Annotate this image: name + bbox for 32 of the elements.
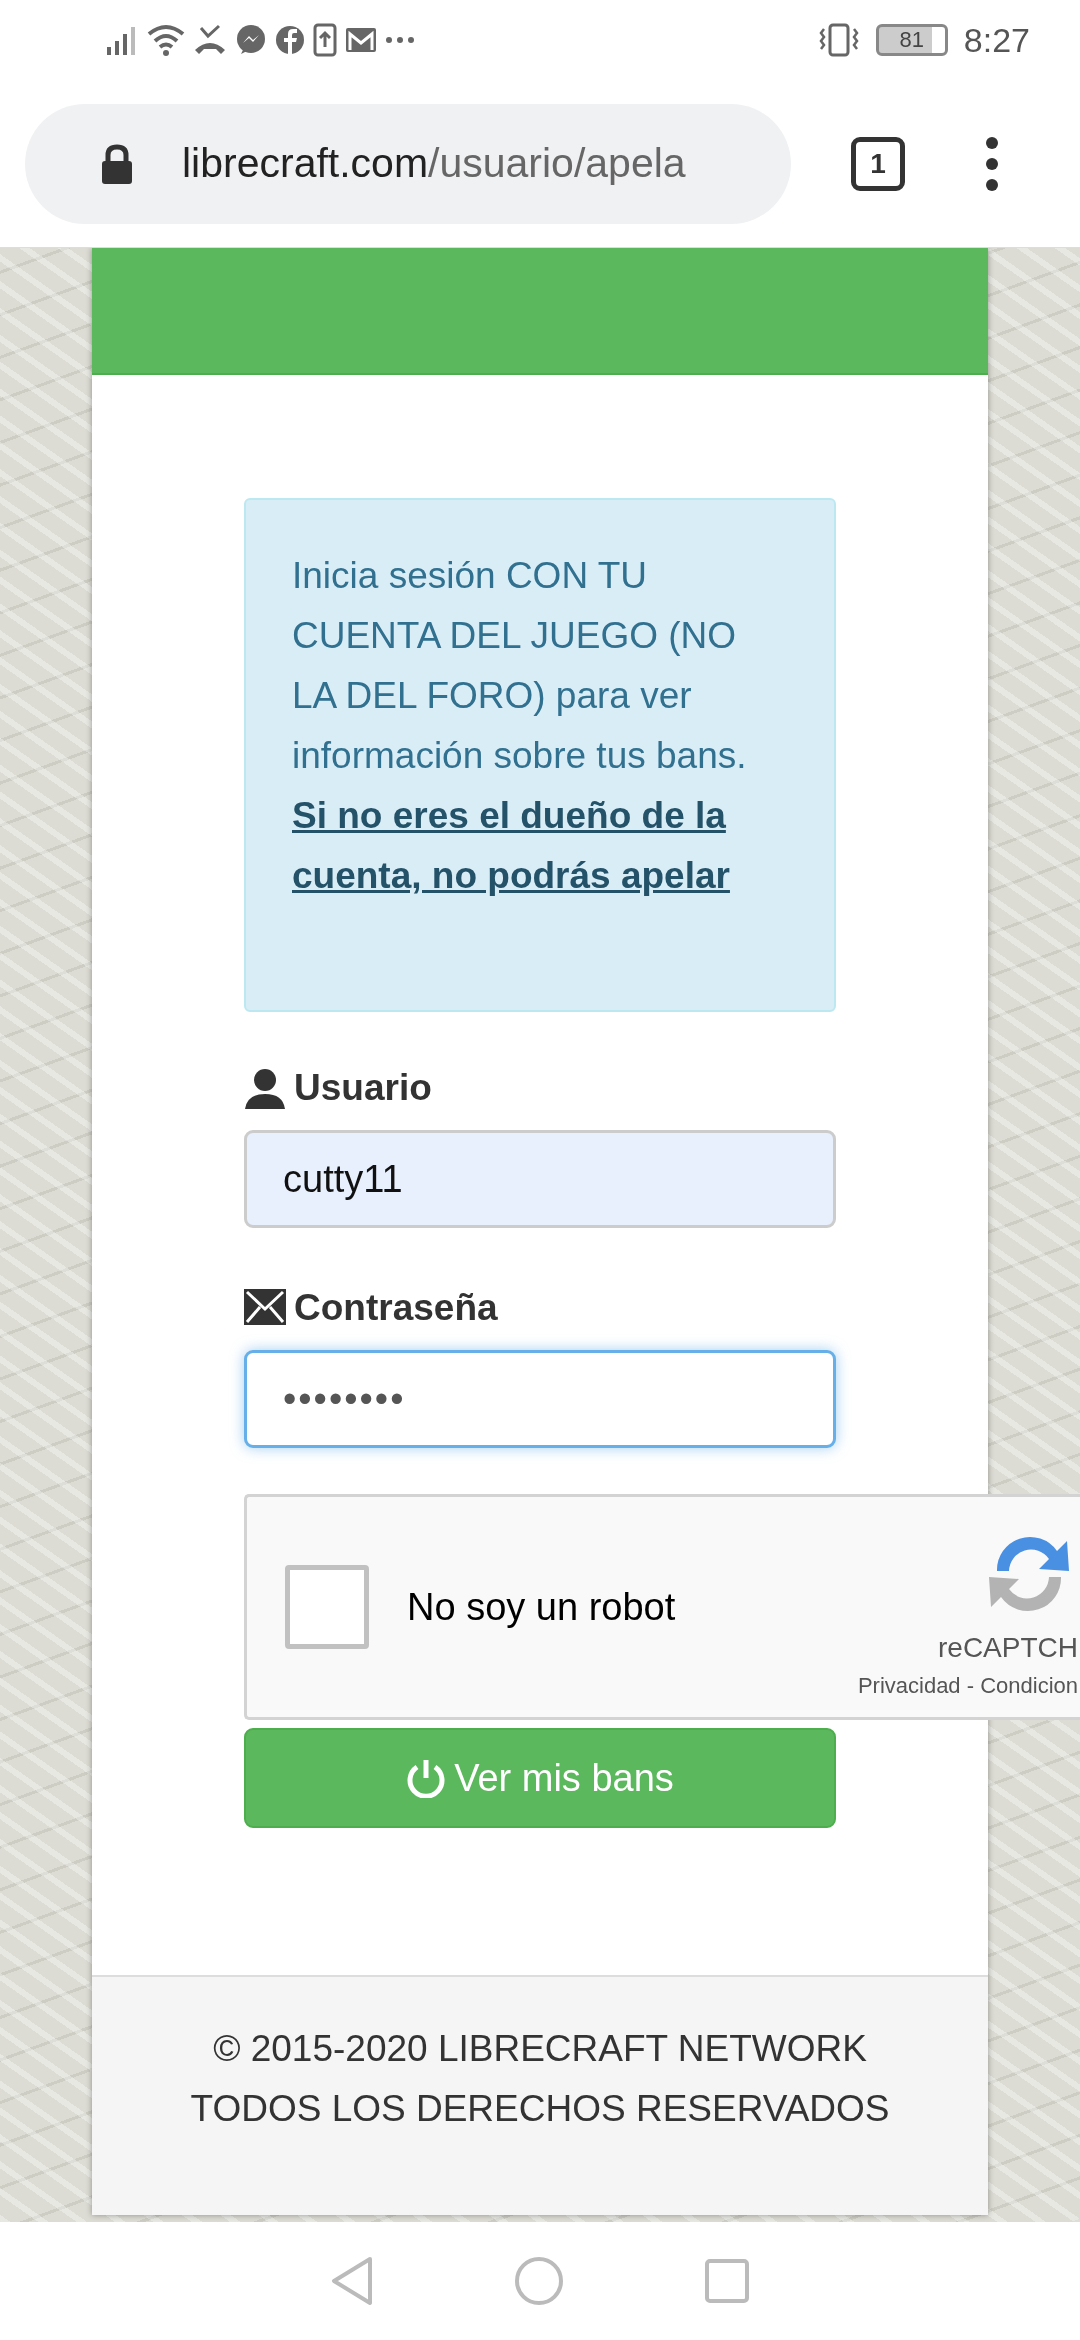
tab-count-button[interactable]: 1 xyxy=(851,136,905,191)
menu-icon[interactable] xyxy=(985,135,999,192)
checkbox-label: No soy un robot xyxy=(407,1584,676,1630)
field-label: Contraseña xyxy=(294,1286,498,1331)
power-icon xyxy=(406,1758,447,1798)
input-field[interactable]: •••••••• xyxy=(244,1350,836,1448)
footer-text: TODOS LOS DERECHOS RESERVADOS xyxy=(189,2087,891,2131)
lock-icon xyxy=(100,143,134,184)
input-field[interactable]: cutty11 xyxy=(244,1130,836,1228)
chat-bubble-icon xyxy=(235,24,267,56)
vibrate-icon xyxy=(817,23,860,57)
user-icon xyxy=(244,1067,286,1109)
captcha-brand: reCAPTCH xyxy=(938,1631,1078,1665)
captcha-links: Privacidad - Condicion xyxy=(857,1672,1078,1700)
more-icon xyxy=(385,36,415,44)
link[interactable]: Si no eres el dueño de la cuenta, no podrás apelar xyxy=(292,786,788,906)
alert-message: Inicia sesión CON TU CUENTA DEL JUEGO (NO LA DEL FORO) para ver información sobre tus bans. xyxy=(292,554,748,778)
address-bar[interactable]: librecraft.com/usuario/apela xyxy=(25,103,791,224)
home-icon[interactable] xyxy=(514,2256,564,2306)
facebook-icon xyxy=(275,25,305,55)
url-text: librecraft.com/usuario/apela xyxy=(182,138,686,188)
clock-time: 8:27 xyxy=(963,19,1030,61)
wifi-icon xyxy=(147,24,185,56)
back-icon[interactable] xyxy=(330,2256,374,2306)
checkbox[interactable] xyxy=(285,1565,369,1649)
field-label: Usuario xyxy=(294,1066,432,1111)
missed-call-icon xyxy=(193,24,227,56)
mail-icon xyxy=(345,27,377,53)
recents-icon[interactable] xyxy=(704,2258,750,2304)
battery-indicator: 81 xyxy=(875,24,948,56)
footer-text: © 2015-2020 LIBRECRAFT NETWORK xyxy=(212,2027,868,2071)
upload-icon xyxy=(313,23,337,57)
